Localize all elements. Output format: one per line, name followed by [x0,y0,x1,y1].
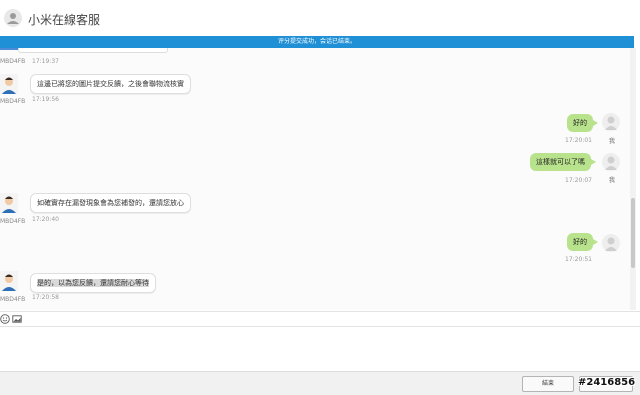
agent-avatar [0,271,18,291]
message-list[interactable]: MBD4FB 17:19:37 這邊已將您的圖片提交反饋，之後會聯物流核實 MB… [0,48,634,310]
watermark: #2416856 [578,377,636,388]
user-label: 我 [609,138,616,145]
user-avatar-icon [602,113,620,131]
scrollbar-thumb[interactable] [631,198,635,268]
agent-avatar [0,74,18,94]
partial-message-bubble [18,48,168,53]
message-time: 17:19:37 [32,58,59,65]
user-avatar-icon [602,234,620,252]
selected-text: 是的，以為您反饋，還請您耐心等待 [37,279,149,287]
user-message-bubble: 好的 [567,114,598,132]
image-icon[interactable] [12,314,22,324]
status-banner: 评分提交成功，会话已结束。 [0,36,634,48]
message-time: 17:20:40 [32,216,59,223]
chat-title: 小米在線客服 [28,13,101,27]
user-message-bubble: 這樣就可以了嗎 [530,153,596,171]
message-time: 17:19:56 [32,96,59,103]
user-avatar-icon [602,153,620,171]
message-time: 17:20:07 [565,177,592,184]
agent-message-bubble: 是的，以為您反饋，還請您耐心等待 [30,273,156,293]
chat-scrollbar[interactable] [630,48,636,310]
user-label: 我 [609,177,616,184]
user-message-bubble: 好的 [567,233,598,251]
agent-id: MBD4FB [0,296,26,303]
message-time: 17:20:01 [565,137,592,144]
agent-avatar [0,193,18,213]
agent-message-bubble: 這邊已將您的圖片提交反饋，之後會聯物流核實 [30,74,191,94]
input-toolbar [0,311,640,327]
emoji-icon[interactable] [0,314,10,324]
agent-message-bubble: 如確實存在漏發現象會為您補發的，還請您放心 [30,193,191,213]
agent-id: MBD4FB [0,58,26,65]
partial-divider [0,48,18,50]
chat-header: 小米在線客服 [0,0,640,36]
footer-bar: 結束 [0,371,640,395]
agent-id: MBD4FB [0,218,26,225]
agent-id: MBD4FB [0,98,26,105]
service-avatar-icon [4,9,22,27]
message-time: 17:20:58 [32,294,59,301]
message-input[interactable] [0,327,640,371]
message-time: 17:20:51 [565,256,592,263]
end-button[interactable]: 結束 [522,376,574,392]
